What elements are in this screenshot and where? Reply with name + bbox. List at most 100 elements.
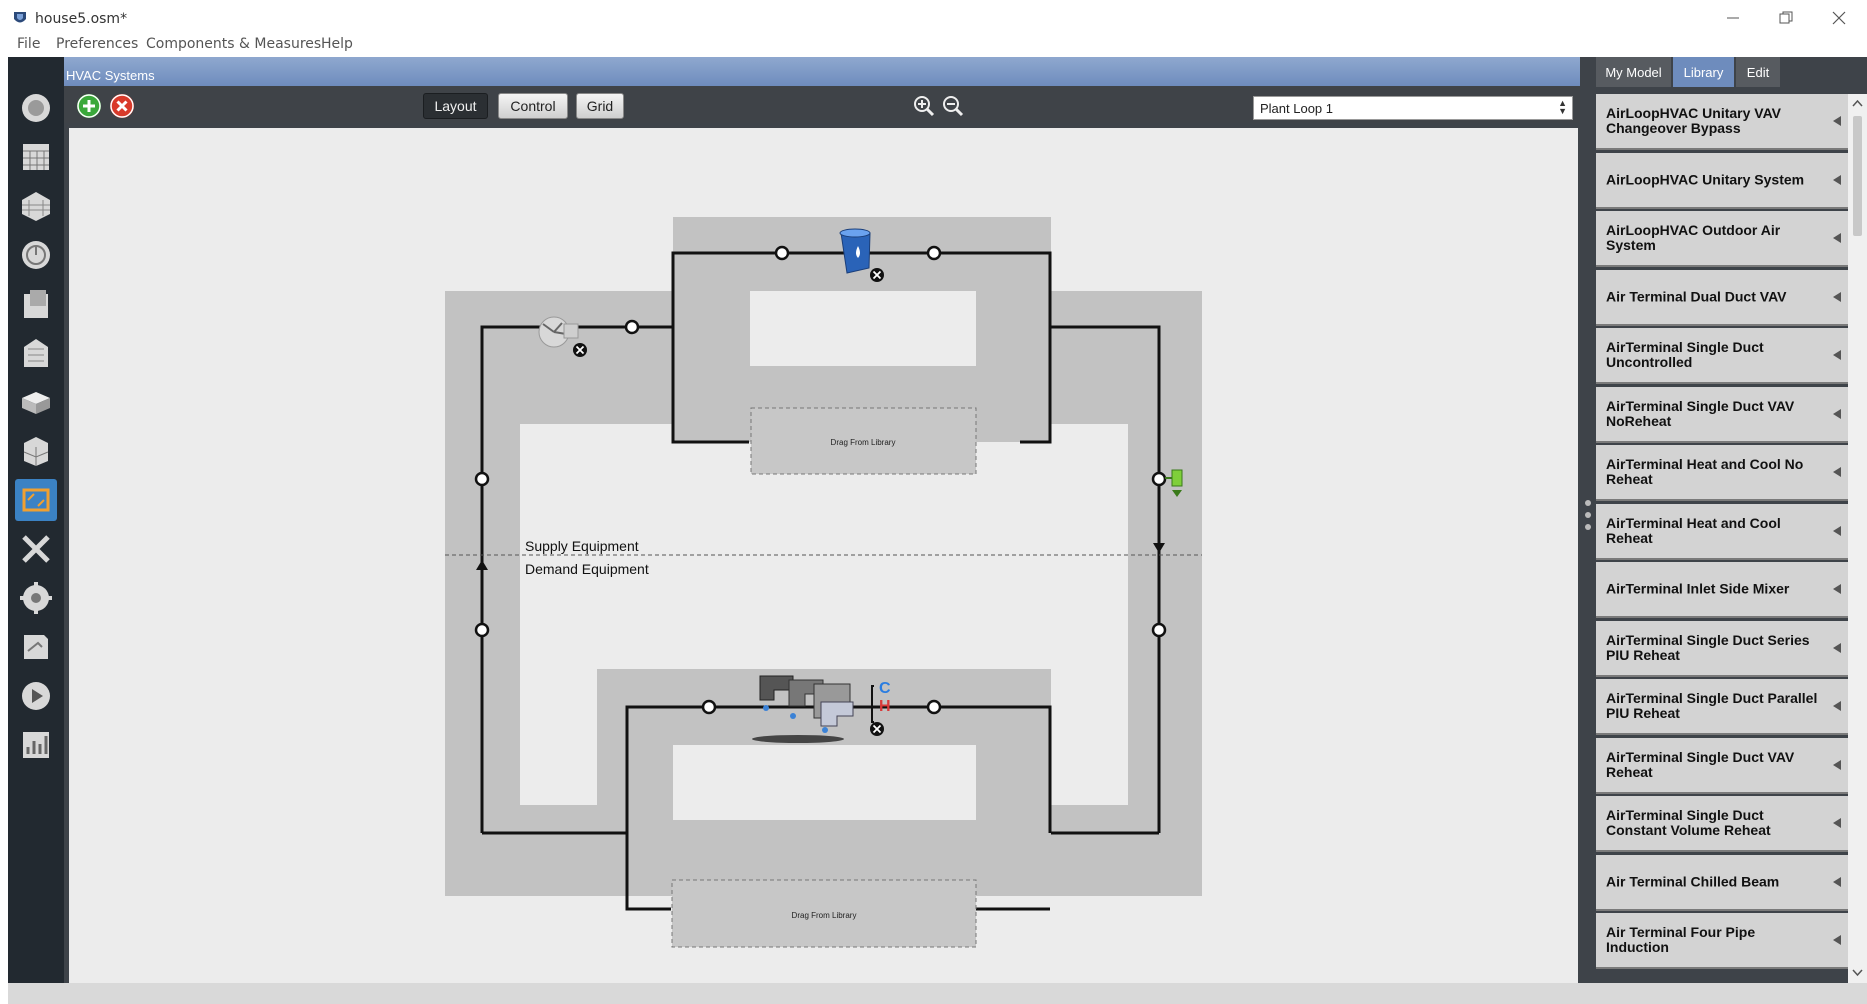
expand-arrow-icon[interactable] (1833, 584, 1841, 594)
library-item-label: AirTerminal Heat and Cool No Reheat (1606, 456, 1804, 487)
svg-text:H: H (879, 698, 891, 715)
facility-tab-button[interactable] (15, 381, 57, 423)
schedules-tab-button[interactable] (15, 136, 57, 178)
expand-arrow-icon[interactable] (1833, 291, 1841, 302)
plant-loop-select-value: Plant Loop 1 (1260, 101, 1334, 116)
library-item[interactable]: AirTerminal Inlet Side Mixer (1596, 562, 1851, 618)
scrollbar-thumb[interactable] (1853, 116, 1862, 236)
layout-view-button[interactable]: Layout (423, 93, 488, 119)
expand-arrow-icon[interactable] (1833, 174, 1841, 185)
status-bar (8, 983, 1867, 1004)
hvac-systems-panel: HVAC Systems Layout Control Grid Plant L… (64, 57, 1580, 983)
zoom-out-icon (943, 96, 964, 117)
loads-tab-button[interactable] (15, 234, 57, 276)
tab-edit[interactable]: Edit (1736, 57, 1780, 87)
library-item-label: AirLoopHVAC Unitary System (1606, 171, 1805, 187)
remove-pump-icon[interactable] (573, 343, 587, 357)
library-list: AirLoopHVAC Unitary VAV Changeover Bypas… (1596, 94, 1866, 983)
spaces-tab-button[interactable] (15, 430, 57, 472)
building-summary-icon (22, 535, 50, 563)
results-summary-tab-button[interactable] (15, 724, 57, 766)
space-types-tab-button[interactable] (15, 283, 57, 325)
delete-icon (110, 94, 134, 118)
expand-arrow-icon[interactable] (1833, 408, 1841, 419)
constructions-tab-button[interactable] (15, 185, 57, 227)
menu-file[interactable]: File (17, 36, 40, 52)
library-item[interactable]: AirTerminal Single Duct Parallel PIU Reh… (1596, 679, 1851, 735)
panel-splitter-handle[interactable] (1584, 497, 1592, 539)
simulation-settings-tab-button[interactable] (15, 626, 57, 668)
zoom-out-button[interactable] (941, 94, 965, 118)
panel-title: HVAC Systems (66, 68, 155, 83)
library-item[interactable]: AirLoopHVAC Outdoor Air System (1596, 211, 1851, 267)
node (1151, 471, 1167, 487)
expand-arrow-icon[interactable] (1833, 233, 1841, 243)
measures-tab-button[interactable] (15, 577, 57, 619)
library-item[interactable]: Air Terminal Dual Duct VAV (1596, 269, 1851, 326)
library-item[interactable]: AirTerminal Single Duct VAV NoReheat (1596, 386, 1851, 443)
library-item[interactable]: AirTerminal Single Duct VAV Reheat (1596, 737, 1851, 794)
scroll-up-icon[interactable] (1848, 97, 1867, 111)
hvac-systems-tab-button[interactable] (15, 479, 57, 521)
expand-arrow-icon[interactable] (1833, 525, 1841, 536)
library-item[interactable]: AirLoopHVAC Unitary System (1596, 152, 1851, 209)
remove-system-button[interactable] (110, 94, 134, 118)
restore-button[interactable] (1760, 2, 1812, 34)
title-bar: house5.osm* (0, 0, 1867, 38)
library-item-label: AirTerminal Single Duct Constant Volume … (1606, 807, 1771, 838)
menu-help[interactable]: Help (321, 36, 353, 52)
node (474, 471, 490, 487)
facility-icon (22, 392, 50, 414)
expand-arrow-icon[interactable] (1833, 350, 1841, 360)
expand-arrow-icon[interactable] (1833, 701, 1841, 711)
zoom-in-button[interactable] (912, 94, 936, 118)
control-view-button[interactable]: Control (498, 93, 568, 119)
library-item[interactable]: AirTerminal Single Duct Constant Volume … (1596, 796, 1851, 852)
geometry-tab-button[interactable] (15, 332, 57, 374)
add-system-button[interactable] (77, 94, 101, 118)
library-item[interactable]: Air Terminal Four Pipe Induction (1596, 913, 1851, 969)
supply-drop-zone[interactable]: Drag From Library (750, 407, 977, 475)
site-tab-button[interactable] (15, 87, 57, 129)
grid-view-button[interactable]: Grid (576, 93, 624, 119)
expand-arrow-icon[interactable] (1833, 935, 1841, 945)
window-title: house5.osm* (35, 11, 128, 27)
close-window-button[interactable] (1813, 2, 1865, 34)
menu-components-measures[interactable]: Components & Measures (146, 36, 321, 52)
expand-arrow-icon[interactable] (1833, 467, 1841, 477)
library-item[interactable]: AirTerminal Heat and Cool No Reheat (1596, 445, 1851, 501)
building-summary-tab-button[interactable] (15, 528, 57, 570)
demand-drop-zone[interactable]: Drag From Library (671, 879, 977, 948)
expand-arrow-icon[interactable] (1833, 116, 1841, 126)
node (701, 699, 717, 715)
plant-loop-select[interactable]: Plant Loop 1 ▲ ▼ (1253, 96, 1573, 120)
expand-arrow-icon[interactable] (1833, 642, 1841, 653)
scroll-down-icon[interactable] (1848, 966, 1867, 980)
expand-arrow-icon[interactable] (1833, 759, 1841, 770)
minimize-button[interactable] (1707, 2, 1759, 34)
node (926, 245, 942, 261)
library-item[interactable]: Air Terminal Chilled Beam (1596, 854, 1851, 911)
library-item-label: AirTerminal Single Duct Parallel PIU Reh… (1606, 690, 1818, 721)
remove-water-use-icon[interactable] (870, 722, 884, 736)
library-item[interactable]: AirTerminal Heat and Cool Reheat (1596, 503, 1851, 560)
tab-library[interactable]: Library (1673, 57, 1734, 87)
library-item[interactable]: AirTerminal Single Duct Uncontrolled (1596, 328, 1851, 384)
library-item[interactable]: AirTerminal Single Duct Series PIU Rehea… (1596, 620, 1851, 677)
menu-preferences[interactable]: Preferences (56, 36, 138, 52)
run-simulation-tab-button[interactable] (15, 675, 57, 717)
supply-equipment-label: Supply Equipment (525, 538, 639, 554)
library-item[interactable]: AirLoopHVAC Unitary VAV Changeover Bypas… (1596, 94, 1851, 150)
library-item-label: AirTerminal Single Duct Series PIU Rehea… (1606, 631, 1810, 663)
library-scrollbar[interactable] (1848, 94, 1867, 983)
demand-equipment-label: Demand Equipment (525, 561, 649, 577)
tab-my-model[interactable]: My Model (1596, 57, 1671, 87)
right-side-panel: My Model Library Edit AirLoopHVAC Unitar… (1580, 57, 1867, 983)
expand-arrow-icon[interactable] (1833, 876, 1841, 887)
expand-arrow-icon[interactable] (1833, 818, 1841, 828)
space-types-icon (24, 290, 48, 318)
remove-water-heater-icon[interactable] (870, 268, 884, 282)
run-simulation-icon (22, 682, 50, 710)
measures-icon (20, 582, 52, 614)
node (1151, 622, 1167, 638)
